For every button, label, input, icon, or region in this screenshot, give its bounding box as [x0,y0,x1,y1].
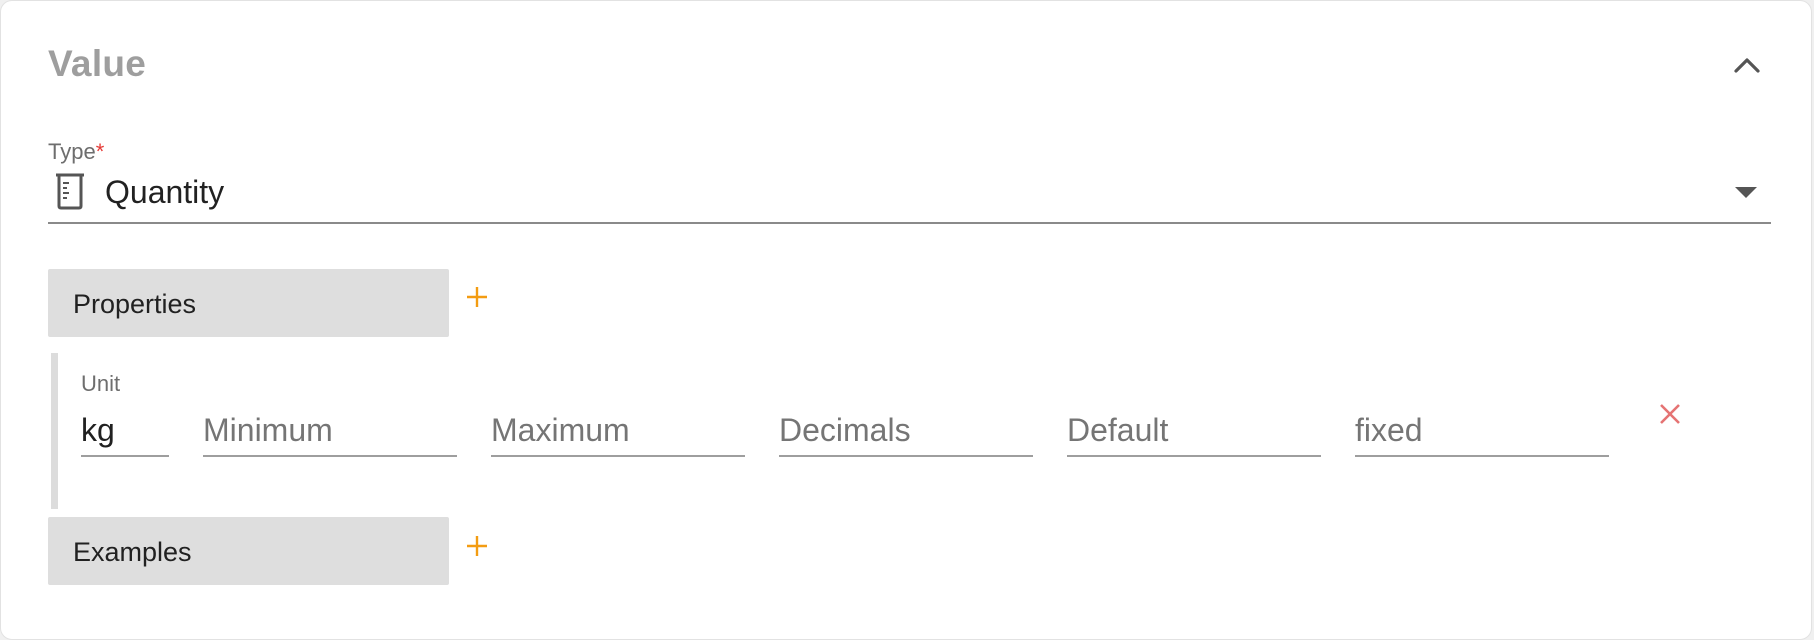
chevron-up-icon [1734,58,1760,73]
fixed-input[interactable] [1355,405,1609,457]
remove-property-button[interactable] [1651,395,1689,433]
plus-icon [467,287,487,307]
type-value: Quantity [105,174,225,210]
fixed-field [1355,353,1609,459]
collapse-button[interactable] [1725,45,1769,85]
properties-header: Properties [48,269,449,337]
add-property-button[interactable] [460,280,494,314]
minimum-field [203,353,457,459]
unit-label: Unit [81,371,121,396]
examples-label: Examples [73,537,192,567]
unit-input[interactable] [81,405,169,457]
property-indent-bar [51,353,58,509]
examples-header: Examples [48,517,449,585]
property-row: Unit [51,353,1751,509]
type-select[interactable]: Quantity [48,166,1771,224]
minimum-input[interactable] [203,405,457,457]
properties-label: Properties [73,289,197,319]
decimals-input[interactable] [779,405,1033,457]
default-field [1067,353,1321,459]
caret-down-icon [1735,187,1757,198]
plus-icon [467,536,487,556]
type-label-text: Type [48,139,96,164]
maximum-field [491,353,745,459]
type-label: Type* [48,139,104,165]
beaker-icon [56,173,84,210]
close-icon [1660,404,1680,424]
maximum-input[interactable] [491,405,745,457]
unit-field: Unit [81,353,169,459]
value-panel: Value Type* Quantity Properties Unit kg … [0,0,1812,640]
default-input[interactable] [1067,405,1321,457]
required-marker: * [95,139,105,164]
section-title: Value [48,43,147,84]
decimals-field [779,353,1033,459]
add-example-button[interactable] [460,529,494,563]
